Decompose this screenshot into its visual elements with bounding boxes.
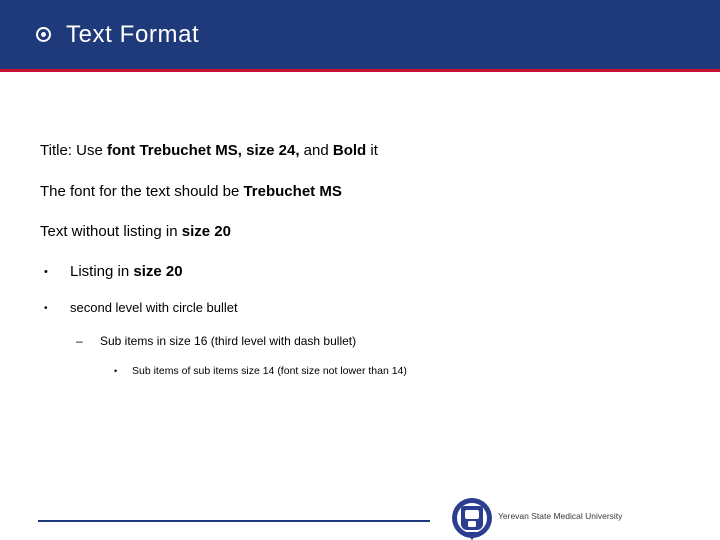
title-rule-prefix: Title: Use <box>40 142 107 159</box>
font-rule-bold: Trebuchet MS <box>243 183 342 200</box>
slide: Text Format Title: Use font Trebuchet MS… <box>0 0 720 540</box>
list-item-level3-text: Sub items in size 16 (third level with d… <box>100 334 357 348</box>
list-item-level4-text: Sub items of sub items size 14 (font siz… <box>132 365 407 377</box>
slide-body: Title: Use font Trebuchet MS, size 24, a… <box>0 69 720 540</box>
level1-bold: size 20 <box>133 263 183 280</box>
list-item-level2-text: second level with circle bullet <box>70 300 238 315</box>
bullet-dot-icon: • <box>44 303 48 315</box>
circle-dot-icon <box>36 27 51 42</box>
logo-emblem <box>461 506 483 530</box>
university-crest-logo <box>452 498 492 540</box>
list-item-level1: • Listing in size 20 <box>44 263 183 280</box>
text-line-title-rule: Title: Use font Trebuchet MS, size 24, a… <box>40 142 378 159</box>
level1-prefix: Listing in <box>70 263 134 280</box>
list-item-level4: • Sub items of sub items size 14 (font si… <box>114 365 407 377</box>
list-item-level2: • second level with circle bullet <box>44 300 238 315</box>
no-listing-prefix: Text without listing in <box>40 223 182 240</box>
footer-university-name: Yerevan State Medical University <box>498 511 623 521</box>
bullet-dot-icon: • <box>44 266 48 279</box>
page-title: Text Format <box>66 21 200 48</box>
list-item-level1-text: Listing in size 20 <box>70 263 183 280</box>
font-rule-prefix: The font for the text should be <box>40 183 244 200</box>
bullet-dot-icon: • <box>114 366 118 377</box>
title-rule-mid: and <box>299 142 333 159</box>
bullet-dash-icon: – <box>76 334 83 348</box>
title-rule-suffix: it <box>366 142 378 159</box>
title-rule-bold-font: font Trebuchet MS, size 24, <box>106 142 300 159</box>
text-line-font-rule: The font for the text should be Trebuche… <box>40 183 342 200</box>
no-listing-bold: size 20 <box>181 223 231 240</box>
text-line-no-listing: Text without listing in size 20 <box>40 223 231 240</box>
title-rule-bold-word: Bold <box>332 142 367 159</box>
list-item-level3: – Sub items in size 16 (third level with … <box>76 334 356 348</box>
footer-divider <box>38 520 430 522</box>
